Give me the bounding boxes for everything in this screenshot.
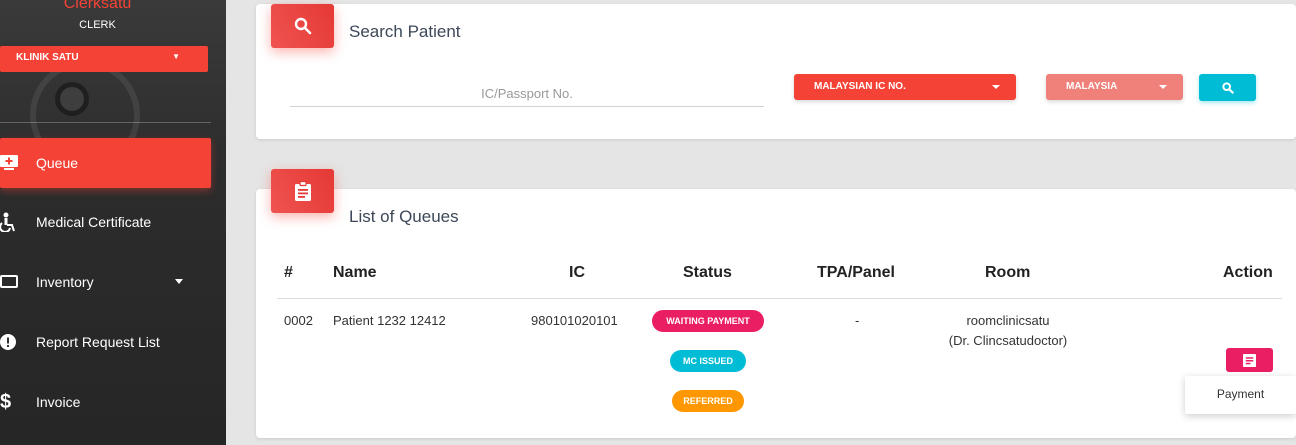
search-card-header-icon: [271, 4, 334, 48]
add-to-queue-icon: [0, 155, 36, 171]
id-type-select-label: MALAYSIAN IC NO.: [814, 81, 906, 92]
clipboard-icon: [294, 181, 311, 201]
sidebar-item-inventory[interactable]: Inventory: [0, 257, 211, 307]
tpa-panel: -: [855, 313, 860, 328]
sidebar-divider: [0, 122, 211, 123]
sidebar-item-medical-certificate[interactable]: Medical Certificate: [0, 197, 211, 247]
column-header-number: #: [284, 264, 293, 281]
monitor-icon: [0, 275, 36, 289]
ic-passport-input[interactable]: [290, 80, 764, 107]
stethoscope-chestpiece: [55, 82, 89, 116]
status-badge-mc-issued: MC ISSUED: [670, 350, 746, 372]
column-header-name: Name: [333, 264, 377, 281]
queue-card-title: List of Queues: [349, 207, 459, 226]
user-name[interactable]: Clerksatu: [0, 0, 195, 13]
id-type-select[interactable]: MALAYSIAN IC NO.: [794, 74, 1016, 100]
patient-ic: 980101020101: [531, 313, 618, 328]
sidebar-item-label: Queue: [36, 155, 79, 171]
sidebar-item-invoice[interactable]: $ Invoice: [0, 377, 211, 427]
column-header-tpa-panel: TPA/Panel: [817, 264, 895, 281]
caret-down-icon: [175, 279, 183, 284]
column-header-ic: IC: [569, 264, 585, 281]
search-icon: [1221, 81, 1234, 94]
menu-item-payment[interactable]: Payment: [1185, 387, 1296, 401]
user-role: CLERK: [79, 19, 116, 31]
sidebar-item-report-request-list[interactable]: Report Request List: [0, 317, 211, 367]
clinic-select[interactable]: KLINIK SATU ▼: [0, 46, 208, 72]
action-dropdown-menu: Payment: [1185, 376, 1296, 414]
table-header-divider: [277, 298, 1282, 299]
caret-down-icon: [1159, 85, 1167, 89]
search-icon: [294, 17, 311, 35]
column-header-room: Room: [985, 264, 1031, 281]
sidebar-item-label: Invoice: [36, 394, 81, 410]
alert-circle-icon: [0, 334, 36, 350]
search-card-title: Search Patient: [349, 22, 461, 41]
country-select[interactable]: MALAYSIA: [1046, 74, 1183, 100]
doctor-name: (Dr. Clincsatudoctor): [948, 333, 1068, 348]
sidebar-item-label: Report Request List: [36, 334, 160, 350]
action-menu-button[interactable]: [1226, 348, 1273, 372]
dollar-icon: $: [0, 390, 12, 413]
sidebar-item-label: Inventory: [36, 274, 94, 290]
column-header-action: Action: [1223, 264, 1273, 281]
receipt-icon: [1243, 353, 1256, 367]
column-header-status: Status: [683, 264, 732, 281]
status-badge-waiting-payment: WAITING PAYMENT: [652, 310, 764, 332]
status-badge-referred: REFERRED: [672, 390, 744, 412]
sidebar-item-queue[interactable]: Queue: [0, 138, 211, 188]
country-select-label: MALAYSIA: [1066, 81, 1118, 92]
accessible-icon: [0, 212, 36, 232]
caret-down-icon: [992, 85, 1000, 89]
caret-down-icon: ▼: [172, 52, 180, 61]
queue-number: 0002: [284, 313, 313, 328]
clinic-select-label: KLINIK SATU: [16, 52, 79, 63]
search-button[interactable]: [1199, 74, 1256, 101]
patient-name: Patient 1232 12412: [333, 313, 446, 328]
sidebar-item-label: Medical Certificate: [36, 214, 152, 230]
sidebar: Clerksatu CLERK KLINIK SATU ▼ Queue Medi…: [0, 0, 226, 445]
room-name: roomclinicsatu: [966, 313, 1050, 328]
queue-card-header-icon: [271, 169, 334, 213]
